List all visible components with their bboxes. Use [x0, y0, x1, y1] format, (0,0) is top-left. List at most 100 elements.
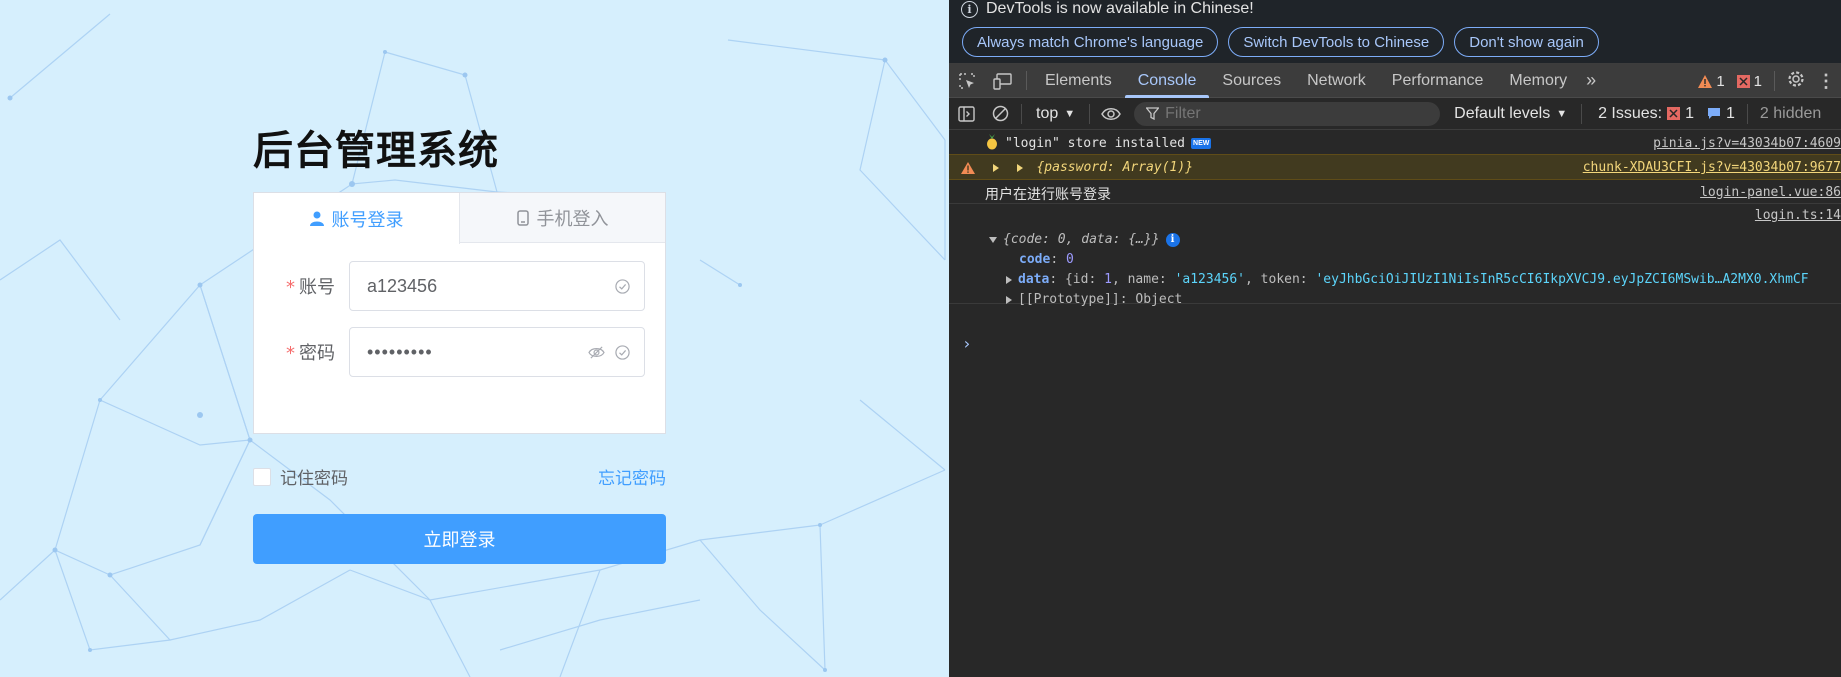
prop-text: {id: [1064, 272, 1105, 287]
switch-to-chinese-button[interactable]: Switch DevTools to Chinese [1228, 27, 1445, 57]
source-link[interactable]: chunk-XDAU3CFI.js?v=43034b07:9677 [1583, 160, 1841, 175]
prop-value: 'a123456' [1174, 272, 1246, 287]
expand-caret-icon[interactable] [992, 163, 999, 172]
filter-input[interactable] [1165, 104, 1366, 123]
warning-icon [1698, 74, 1713, 88]
login-tabs-panel: 账号登录 手机登入 *账号 *密码 [253, 192, 666, 434]
user-icon [309, 211, 324, 226]
prop-value: 0 [1065, 252, 1074, 267]
console-text: {password: Array(1)} [1036, 160, 1194, 175]
account-input[interactable] [367, 275, 605, 297]
divider [1026, 71, 1027, 90]
error-icon [1736, 74, 1750, 88]
divider [1746, 103, 1748, 124]
tab-account-login[interactable]: 账号登录 [254, 193, 460, 244]
checkbox-box[interactable] [253, 467, 271, 486]
context-selector[interactable]: top ▼ [1026, 105, 1085, 123]
source-link[interactable]: pinia.js?v=43034b07:4609 [1653, 136, 1841, 151]
expand-caret-icon[interactable] [1006, 295, 1012, 304]
issues-counter[interactable]: 2 Issues: 1 1 [1598, 105, 1735, 123]
prototype-text: [[Prototype]]: Object [1018, 292, 1183, 307]
object-prop-data[interactable]: data: {id: 1, name: 'a123456', token: 'e… [1006, 272, 1809, 287]
object-summary[interactable]: {code: 0, data: {…}} i [989, 232, 1180, 247]
notice-text: DevTools is now available in Chinese! [986, 0, 1254, 17]
password-input[interactable] [367, 341, 578, 363]
console-text: 用户在进行账号登录 [985, 187, 1111, 203]
divider [1581, 103, 1583, 124]
forgot-password-link[interactable]: 忘记密码 [598, 464, 666, 489]
warning-count-badge[interactable]: 1 [1698, 72, 1725, 90]
context-value: top [1036, 104, 1059, 122]
account-label-text: 账号 [299, 277, 335, 298]
device-toolbar-icon[interactable] [985, 64, 1021, 97]
settings-gear-icon[interactable] [1787, 70, 1805, 92]
source-link[interactable]: login-panel.vue:86 [1700, 185, 1841, 200]
tab-network[interactable]: Network [1294, 64, 1379, 97]
caret-down-icon: ▼ [1064, 107, 1076, 120]
prop-key: data [1018, 272, 1050, 287]
expand-caret-icon[interactable] [1016, 163, 1023, 172]
account-label: * 账号 [254, 273, 349, 299]
console-message: "login" store installed NEW pinia.js?v=43… [949, 130, 1841, 154]
log-levels-dropdown[interactable]: Default levels ▼ [1454, 105, 1567, 123]
devtools-tab-bar: Elements Console Sources Network Perform… [949, 64, 1841, 98]
divider [1089, 103, 1091, 124]
issues-error-count: 1 [1685, 104, 1695, 122]
dont-show-again-button[interactable]: Don't show again [1454, 27, 1599, 57]
prop-text: , token: [1245, 272, 1316, 287]
object-summary-text: {code: 0, data: {…}} [1003, 232, 1160, 247]
collapse-caret-icon[interactable] [989, 236, 997, 243]
prop-text: , name: [1111, 272, 1175, 287]
required-mark: * [286, 343, 295, 364]
notice-message: i DevTools is now available in Chinese! [961, 0, 1254, 18]
console-prompt[interactable]: › [962, 334, 972, 353]
tab-elements[interactable]: Elements [1032, 64, 1125, 97]
warning-count: 1 [1716, 72, 1725, 90]
warning-icon [961, 161, 975, 174]
check-circle-icon [615, 344, 630, 360]
tab-bar-status: 1 1 ⋮ [1698, 64, 1841, 98]
remember-password-checkbox[interactable]: 记住密码 [253, 464, 348, 489]
error-count-badge[interactable]: 1 [1736, 73, 1762, 90]
pineapple-icon [985, 134, 999, 154]
clear-console-icon[interactable] [983, 105, 1017, 122]
tab-performance[interactable]: Performance [1379, 64, 1497, 97]
password-row: * 密码 [254, 327, 665, 377]
page-title: 后台管理系统 [253, 128, 499, 174]
console-object-message: login.ts:14 {code: 0, data: {…}} i code: … [949, 204, 1841, 307]
divider [1021, 103, 1022, 124]
filter-funnel-icon [1146, 107, 1160, 120]
more-tabs-chevron-icon[interactable]: » [1580, 64, 1602, 97]
login-button[interactable]: 立即登录 [253, 514, 666, 564]
object-prototype[interactable]: [[Prototype]]: Object [1006, 292, 1182, 307]
account-row: * 账号 [254, 261, 665, 311]
hidden-messages-count: 2 hidden [1759, 104, 1822, 122]
required-mark: * [286, 277, 295, 298]
remember-label: 记住密码 [280, 469, 348, 489]
filter-box [1134, 101, 1441, 126]
phone-icon [516, 209, 529, 226]
tab-console[interactable]: Console [1124, 64, 1210, 98]
issues-label: 2 Issues: [1598, 104, 1663, 122]
tab-sources[interactable]: Sources [1209, 64, 1294, 97]
tab-memory[interactable]: Memory [1496, 64, 1580, 97]
sidebar-toggle-icon[interactable] [949, 105, 983, 122]
check-circle-icon [615, 278, 630, 294]
expand-caret-icon[interactable] [1006, 275, 1012, 284]
language-notice-bar: i DevTools is now available in Chinese! … [949, 0, 1841, 64]
more-options-kebab-icon[interactable]: ⋮ [1817, 71, 1835, 92]
login-options-row: 记住密码 忘记密码 [253, 464, 666, 489]
always-match-language-button[interactable]: Always match Chrome's language [962, 27, 1219, 57]
live-expression-eye-icon[interactable] [1094, 107, 1128, 121]
console-output: "login" store installed NEW pinia.js?v=43… [949, 130, 1841, 353]
info-badge-icon: i [1165, 232, 1180, 247]
object-prop-code: code: 0 [1019, 252, 1074, 267]
tab-phone-login[interactable]: 手机登入 [460, 193, 665, 242]
error-icon [1667, 107, 1681, 120]
account-input-wrapper [349, 261, 645, 311]
devtools-panel: i DevTools is now available in Chinese! … [949, 0, 1841, 677]
inspect-element-icon[interactable] [949, 64, 985, 97]
issues-info-count: 1 [1726, 104, 1735, 122]
eye-hide-icon[interactable] [588, 345, 605, 360]
source-link[interactable]: login.ts:14 [1755, 208, 1841, 223]
